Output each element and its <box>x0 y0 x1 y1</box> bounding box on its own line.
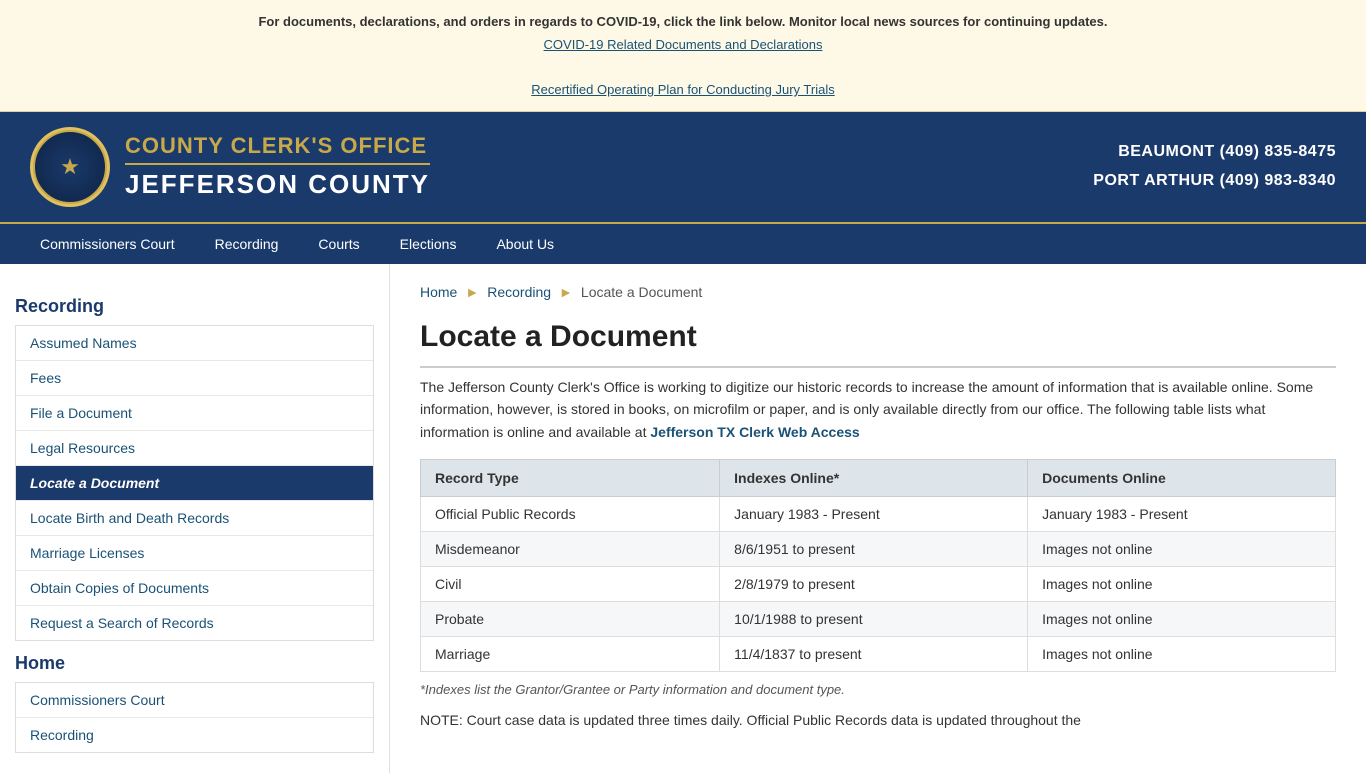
sidebar-link-fees[interactable]: Fees <box>16 361 373 396</box>
table-cell: Images not online <box>1028 636 1336 671</box>
breadcrumb-sep-1: ► <box>465 284 479 300</box>
contact-port-arthur: PORT ARTHUR (409) 983-8340 <box>1093 167 1336 196</box>
alert-bold-text: For documents, declarations, and orders … <box>258 14 1107 29</box>
page-title: Locate a Document <box>420 320 1336 368</box>
sidebar-link-locate-document[interactable]: Locate a Document <box>16 466 373 501</box>
sidebar-link-home-recording[interactable]: Recording <box>16 718 373 752</box>
table-cell: Probate <box>421 601 720 636</box>
body-text: The Jefferson County Clerk's Office is w… <box>420 376 1336 443</box>
nav-link-elections[interactable]: Elections <box>380 224 477 264</box>
sidebar-link-file-document[interactable]: File a Document <box>16 396 373 431</box>
records-table: Record Type Indexes Online* Documents On… <box>420 459 1336 672</box>
table-row: Marriage11/4/1837 to presentImages not o… <box>421 636 1336 671</box>
sidebar-item-request-search[interactable]: Request a Search of Records <box>16 606 373 640</box>
alert-banner: For documents, declarations, and orders … <box>0 0 1366 112</box>
county-seal: ★ <box>30 127 110 207</box>
table-cell: Misdemeanor <box>421 531 720 566</box>
table-row: Misdemeanor8/6/1951 to presentImages not… <box>421 531 1336 566</box>
header-left: ★ COUNTY CLERK'S OFFICE JEFFERSON COUNTY <box>30 127 430 207</box>
breadcrumb-home[interactable]: Home <box>420 284 457 300</box>
table-cell: January 1983 - Present <box>720 496 1028 531</box>
nav-item-commissioners[interactable]: Commissioners Court <box>20 224 195 264</box>
table-row: Civil2/8/1979 to presentImages not onlin… <box>421 566 1336 601</box>
table-cell: 10/1/1988 to present <box>720 601 1028 636</box>
table-cell: Marriage <box>421 636 720 671</box>
breadcrumb-sep-2: ► <box>559 284 573 300</box>
sidebar-item-assumed-names[interactable]: Assumed Names <box>16 326 373 361</box>
county-line: JEFFERSON COUNTY <box>125 169 430 200</box>
clerk-web-access-link[interactable]: Jefferson TX Clerk Web Access <box>650 424 859 440</box>
sidebar-item-legal-resources[interactable]: Legal Resources <box>16 431 373 466</box>
nav-link-commissioners[interactable]: Commissioners Court <box>20 224 195 264</box>
seal-star-icon: ★ <box>60 154 80 180</box>
sidebar-link-legal-resources[interactable]: Legal Resources <box>16 431 373 466</box>
header-contact: BEAUMONT (409) 835-8475 PORT ARTHUR (409… <box>1093 138 1336 196</box>
main-content: Home ► Recording ► Locate a Document Loc… <box>390 264 1366 773</box>
sidebar-section-home: Home <box>15 653 374 674</box>
sidebar-item-file-document[interactable]: File a Document <box>16 396 373 431</box>
header-title: COUNTY CLERK'S OFFICE JEFFERSON COUNTY <box>125 133 430 200</box>
table-cell: Images not online <box>1028 531 1336 566</box>
body-text-content: The Jefferson County Clerk's Office is w… <box>420 379 1313 440</box>
table-cell: Images not online <box>1028 566 1336 601</box>
sidebar: Recording Assumed Names Fees File a Docu… <box>0 264 390 773</box>
nav-link-about[interactable]: About Us <box>476 224 574 264</box>
table-cell: Civil <box>421 566 720 601</box>
table-header-documents-online: Documents Online <box>1028 459 1336 496</box>
covid-link[interactable]: COVID-19 Related Documents and Declarati… <box>544 37 823 52</box>
content-wrapper: Recording Assumed Names Fees File a Docu… <box>0 264 1366 773</box>
sidebar-item-marriage-licenses[interactable]: Marriage Licenses <box>16 536 373 571</box>
site-header: ★ COUNTY CLERK'S OFFICE JEFFERSON COUNTY… <box>0 112 1366 222</box>
sidebar-item-home-commissioners[interactable]: Commissioners Court <box>16 683 373 718</box>
office-line: COUNTY CLERK'S OFFICE <box>125 133 430 165</box>
table-cell: 2/8/1979 to present <box>720 566 1028 601</box>
table-cell: 8/6/1951 to present <box>720 531 1028 566</box>
breadcrumb-current: Locate a Document <box>581 284 702 300</box>
table-cell: 11/4/1837 to present <box>720 636 1028 671</box>
nav-item-elections[interactable]: Elections <box>380 224 477 264</box>
nav-link-courts[interactable]: Courts <box>298 224 379 264</box>
sidebar-link-assumed-names[interactable]: Assumed Names <box>16 326 373 361</box>
sidebar-link-request-search[interactable]: Request a Search of Records <box>16 606 373 640</box>
sidebar-item-home-recording[interactable]: Recording <box>16 718 373 752</box>
table-cell: January 1983 - Present <box>1028 496 1336 531</box>
breadcrumb: Home ► Recording ► Locate a Document <box>420 284 1336 300</box>
sidebar-link-home-commissioners[interactable]: Commissioners Court <box>16 683 373 718</box>
sidebar-section-recording: Recording <box>15 296 374 317</box>
sidebar-menu-home: Commissioners Court Recording <box>15 682 374 753</box>
sidebar-link-obtain-copies[interactable]: Obtain Copies of Documents <box>16 571 373 606</box>
table-cell: Images not online <box>1028 601 1336 636</box>
table-footnote: *Indexes list the Grantor/Grantee or Par… <box>420 682 1336 697</box>
breadcrumb-section[interactable]: Recording <box>487 284 551 300</box>
sidebar-item-birth-death[interactable]: Locate Birth and Death Records <box>16 501 373 536</box>
sidebar-item-locate-document[interactable]: Locate a Document <box>16 466 373 501</box>
sidebar-link-marriage-licenses[interactable]: Marriage Licenses <box>16 536 373 571</box>
sidebar-menu-recording: Assumed Names Fees File a Document Legal… <box>15 325 374 641</box>
table-row: Probate10/1/1988 to presentImages not on… <box>421 601 1336 636</box>
table-header-record-type: Record Type <box>421 459 720 496</box>
table-cell: Official Public Records <box>421 496 720 531</box>
nav-link-recording[interactable]: Recording <box>195 224 299 264</box>
note-text: NOTE: Court case data is updated three t… <box>420 709 1336 731</box>
table-row: Official Public RecordsJanuary 1983 - Pr… <box>421 496 1336 531</box>
table-header-indexes-online: Indexes Online* <box>720 459 1028 496</box>
sidebar-link-birth-death[interactable]: Locate Birth and Death Records <box>16 501 373 536</box>
jury-link[interactable]: Recertified Operating Plan for Conductin… <box>531 82 834 97</box>
contact-beaumont: BEAUMONT (409) 835-8475 <box>1093 138 1336 167</box>
sidebar-item-obtain-copies[interactable]: Obtain Copies of Documents <box>16 571 373 606</box>
nav-item-recording[interactable]: Recording <box>195 224 299 264</box>
sidebar-item-fees[interactable]: Fees <box>16 361 373 396</box>
nav-item-about[interactable]: About Us <box>476 224 574 264</box>
main-nav: Commissioners Court Recording Courts Ele… <box>0 222 1366 264</box>
nav-item-courts[interactable]: Courts <box>298 224 379 264</box>
